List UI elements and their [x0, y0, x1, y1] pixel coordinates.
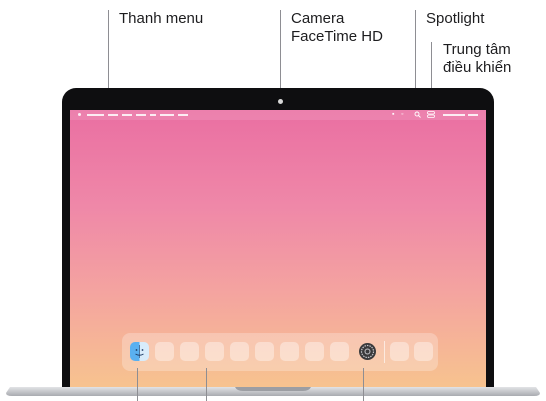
camera-label-line2: FaceTime HD [291, 28, 383, 45]
dock-app-tile[interactable] [255, 342, 274, 361]
apple-menu-mark[interactable] [78, 113, 81, 116]
menu-bar: ▪ ◦ [70, 110, 486, 120]
dock-app-tile[interactable] [180, 342, 199, 361]
menu-extra[interactable] [468, 114, 478, 116]
dock-app-tile[interactable] [305, 342, 324, 361]
laptop-screen: ▪ ◦ [70, 110, 486, 387]
camera-dot [278, 99, 283, 104]
menu-item[interactable] [150, 114, 156, 116]
menu-clock[interactable] [443, 114, 465, 116]
dock [122, 333, 438, 371]
finder-icon[interactable] [130, 342, 149, 361]
system-settings-icon[interactable] [358, 342, 377, 361]
control-center-icon[interactable] [427, 111, 435, 121]
menu-item[interactable] [87, 114, 104, 116]
dock-app-tile[interactable] [330, 342, 349, 361]
menu-item[interactable] [108, 114, 118, 116]
dock-leader [206, 368, 207, 401]
spotlight-label: Spotlight [426, 10, 485, 27]
menu-bar-label: Thanh menu [119, 10, 204, 27]
camera-leader [280, 10, 281, 96]
wifi-icon[interactable]: ◦ [401, 111, 403, 119]
dock-app-tile[interactable] [230, 342, 249, 361]
camera-label-line1: Camera [291, 10, 345, 27]
battery-icon[interactable]: ▪ [392, 111, 394, 119]
dock-app-tile[interactable] [390, 342, 409, 361]
dock-app-tile[interactable] [205, 342, 224, 361]
dock-separator [384, 341, 385, 363]
control-center-label-line2: điều khiển [443, 59, 512, 76]
control-center-label-line1: Trung tâm [443, 41, 511, 58]
menu-item[interactable] [122, 114, 132, 116]
menu-item[interactable] [178, 114, 188, 116]
laptop-base [6, 387, 540, 396]
system-settings-leader [363, 368, 364, 401]
dock-app-tile[interactable] [155, 342, 174, 361]
finder-leader [137, 368, 138, 401]
dock-app-tile[interactable] [414, 342, 433, 361]
dock-app-tile[interactable] [280, 342, 299, 361]
menu-item[interactable] [160, 114, 174, 116]
search-icon[interactable] [414, 111, 421, 121]
menu-item[interactable] [136, 114, 146, 116]
